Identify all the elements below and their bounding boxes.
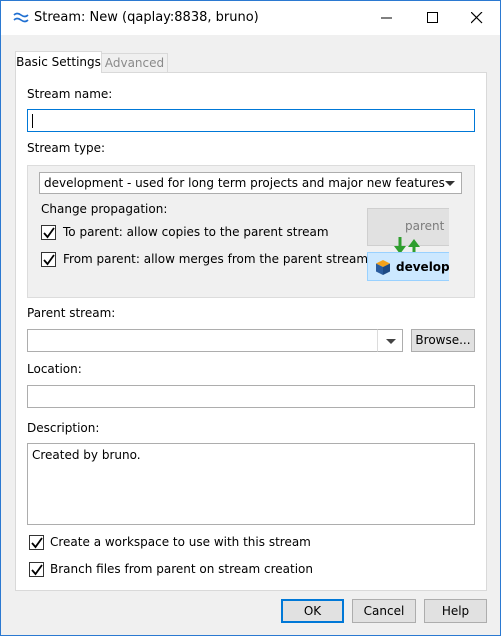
minimize-button[interactable]	[364, 1, 410, 35]
description-label: Description:	[27, 421, 100, 435]
tab-basic-settings[interactable]: Basic Settings	[15, 51, 102, 73]
checkmark-icon	[43, 227, 55, 239]
child-stream-box: developr	[367, 252, 449, 281]
create-workspace-label: Create a workspace to use with this stre…	[50, 535, 311, 549]
to-parent-checkbox[interactable]	[41, 225, 56, 240]
cancel-button[interactable]: Cancel	[352, 599, 416, 623]
branch-files-label: Branch files from parent on stream creat…	[50, 562, 313, 576]
chevron-down-icon	[386, 339, 396, 344]
description-textarea[interactable]: Created by bruno.	[27, 443, 475, 525]
maximize-icon	[427, 12, 438, 23]
stream-type-value: development - used for long term project…	[44, 176, 445, 190]
chevron-down-icon	[445, 181, 455, 186]
propagation-diagram: parent developr	[361, 203, 449, 283]
stream-dialog: Stream: New (qaplay:8838, bruno) Basic S…	[0, 0, 501, 636]
stream-icon	[13, 12, 29, 24]
checkmark-icon	[31, 564, 43, 576]
close-icon	[471, 12, 483, 24]
text-caret	[32, 114, 33, 128]
branch-files-checkbox[interactable]	[29, 562, 44, 577]
window-title: Stream: New (qaplay:8838, bruno)	[34, 10, 259, 25]
from-parent-checkbox[interactable]	[41, 252, 56, 267]
stream-type-select[interactable]: development - used for long term project…	[39, 172, 462, 194]
checkmark-icon	[31, 537, 43, 549]
parent-stream-label: Parent stream:	[27, 306, 116, 320]
location-input[interactable]	[27, 385, 475, 408]
minimize-icon	[381, 17, 392, 19]
stream-type-label: Stream type:	[27, 141, 106, 155]
parent-box-label: parent	[405, 219, 445, 233]
tab-advanced[interactable]: Advanced	[102, 53, 168, 73]
help-button[interactable]: Help	[424, 599, 487, 623]
checkmark-icon	[43, 254, 55, 266]
change-propagation-label: Change propagation:	[41, 202, 168, 216]
child-box-label: developr	[396, 260, 449, 274]
description-text: Created by bruno.	[32, 448, 141, 462]
cube-icon	[376, 260, 390, 275]
parent-stream-input[interactable]	[27, 329, 378, 352]
parent-stream-dropdown-button[interactable]	[377, 329, 403, 352]
close-button[interactable]	[454, 1, 500, 35]
location-label: Location:	[27, 362, 82, 376]
title-bar: Stream: New (qaplay:8838, bruno)	[1, 1, 500, 35]
stream-name-label: Stream name:	[27, 87, 113, 101]
browse-button[interactable]: Browse...	[411, 329, 475, 352]
maximize-button[interactable]	[410, 1, 456, 35]
ok-button[interactable]: OK	[281, 599, 344, 623]
stream-name-input[interactable]	[27, 109, 475, 132]
create-workspace-checkbox[interactable]	[29, 535, 44, 550]
to-parent-label: To parent: allow copies to the parent st…	[63, 225, 329, 239]
from-parent-label: From parent: allow merges from the paren…	[63, 252, 369, 266]
